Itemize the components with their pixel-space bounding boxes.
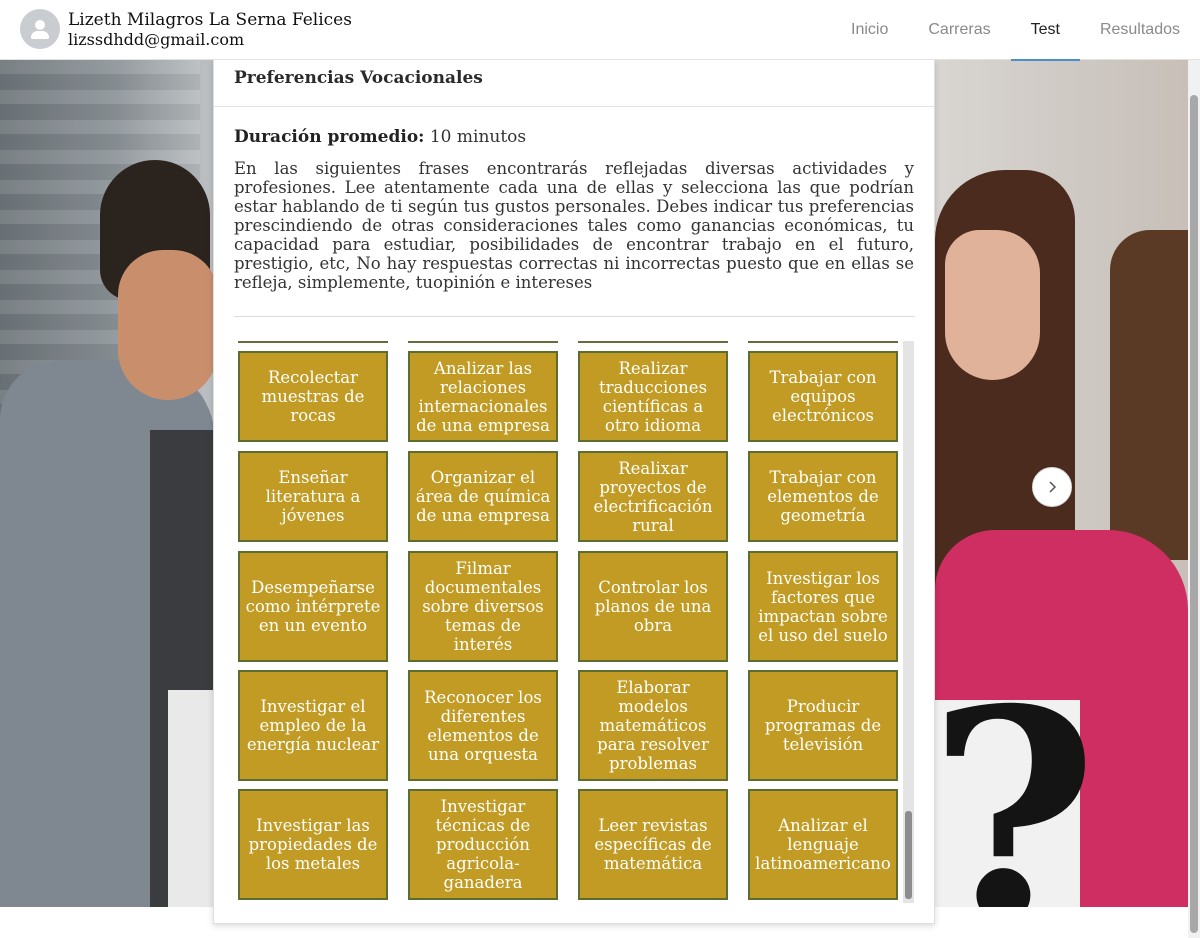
- activity-option[interactable]: Elaborar modelos matemáticos para resolv…: [578, 670, 728, 781]
- nav-item-carreras[interactable]: Carreras: [908, 0, 1010, 60]
- nav-item-resultados[interactable]: Resultados: [1080, 0, 1200, 60]
- duration-label: Duración promedio:: [234, 127, 425, 147]
- main-nav: Inicio Carreras Test Resultados: [831, 0, 1200, 61]
- activity-option[interactable]: Filmar documentales sobre diversos temas…: [408, 551, 558, 662]
- page-scroll-thumb[interactable]: [1190, 95, 1198, 933]
- activity-option[interactable]: Investigar el empleo de la energía nucle…: [238, 670, 388, 781]
- duration: Duración promedio: 10 minutos: [234, 127, 526, 147]
- avatar[interactable]: [20, 9, 60, 49]
- activity-option[interactable]: Investigar los factores que impactan sob…: [748, 551, 898, 662]
- activity-option[interactable]: Trabajar con elementos de geometría: [748, 451, 898, 542]
- previous-row-edge: [578, 341, 728, 343]
- divider: [234, 316, 915, 317]
- user-email: lizssdhdd@gmail.com: [68, 30, 245, 49]
- grid-scrollbar[interactable]: [903, 341, 914, 903]
- boy-paper: [168, 690, 215, 907]
- question-mark-icon: ?: [928, 647, 1098, 907]
- user-name: Lizeth Milagros La Serna Felices: [68, 10, 352, 30]
- boy-face: [118, 250, 218, 400]
- test-card: Preferencias Vocacionales Duración prome…: [213, 60, 935, 924]
- activity-option[interactable]: Analizar el lenguaje latinoamericano: [748, 789, 898, 900]
- previous-row-edge: [408, 341, 558, 343]
- nav-item-inicio[interactable]: Inicio: [831, 0, 908, 60]
- divider: [214, 106, 934, 107]
- duration-value: 10 minutos: [429, 127, 527, 147]
- girl-face: [945, 230, 1040, 380]
- activity-option[interactable]: Trabajar con equipos electrónicos: [748, 351, 898, 442]
- activity-option[interactable]: Desempeñarse como intérprete en un event…: [238, 551, 388, 662]
- second-girl-hair: [1110, 230, 1188, 560]
- activity-grid: Recolectar muestras de rocas Analizar las…: [238, 341, 918, 903]
- activity-option[interactable]: Controlar los planos de una obra: [578, 551, 728, 662]
- page-scrollbar[interactable]: [1188, 60, 1200, 938]
- activity-option[interactable]: Leer revistas específicas de matemática: [578, 789, 728, 900]
- activity-option[interactable]: Investigar las propiedades de los metale…: [238, 789, 388, 900]
- activity-option[interactable]: Realixar proyectos de electrificación ru…: [578, 451, 728, 542]
- activity-option[interactable]: Recolectar muestras de rocas: [238, 351, 388, 442]
- grid-scroll-thumb[interactable]: [905, 811, 912, 899]
- nav-item-test[interactable]: Test: [1010, 0, 1081, 61]
- activity-option[interactable]: Investigar técnicas de producción agrico…: [408, 789, 558, 900]
- activity-option[interactable]: Realizar traducciones científicas a otro…: [578, 351, 728, 442]
- test-instructions: En las siguientes frases encontrarás ref…: [234, 159, 914, 292]
- chevron-right-icon: [1049, 481, 1057, 493]
- activity-option[interactable]: Reconocer los diferentes elementos de un…: [408, 670, 558, 781]
- user-icon-body: [31, 31, 49, 39]
- previous-row-edge: [748, 341, 898, 343]
- activity-option[interactable]: Producir programas de televisión: [748, 670, 898, 781]
- carousel-next-button[interactable]: [1032, 467, 1072, 507]
- user-icon: [35, 20, 45, 30]
- activity-option[interactable]: Organizar el área de química de una empr…: [408, 451, 558, 542]
- app-header: Lizeth Milagros La Serna Felices lizssdh…: [0, 0, 1200, 61]
- card-title: Preferencias Vocacionales: [234, 68, 483, 88]
- activity-option[interactable]: Enseñar literatura a jóvenes: [238, 451, 388, 542]
- previous-row-edge: [238, 341, 388, 343]
- activity-option[interactable]: Analizar las relaciones internacionales …: [408, 351, 558, 442]
